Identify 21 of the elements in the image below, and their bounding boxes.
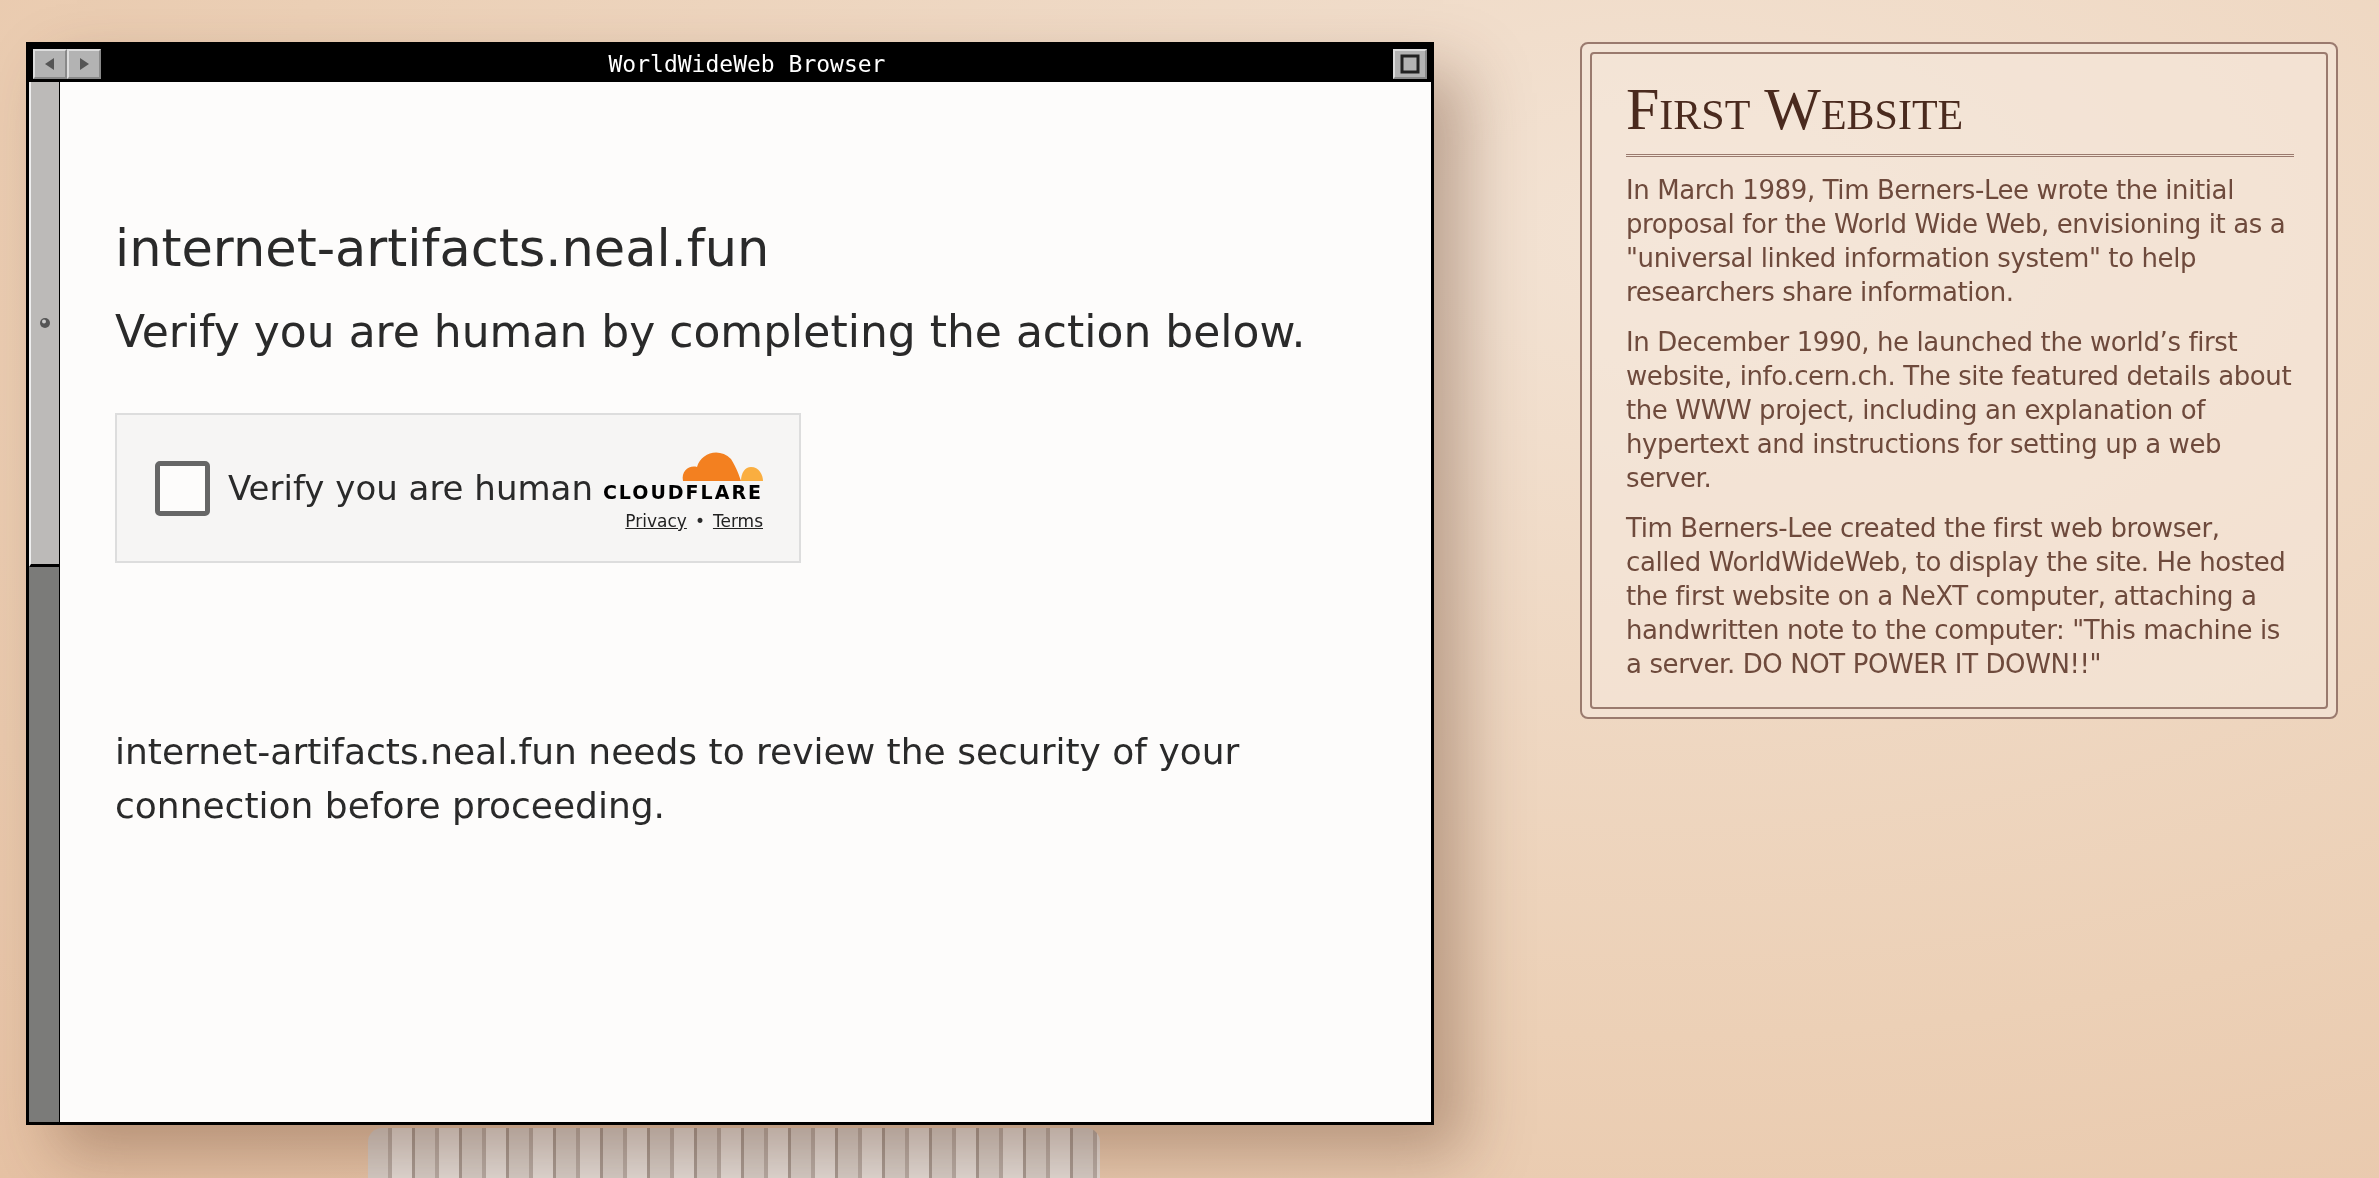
scrollbar-thumb[interactable] xyxy=(29,82,59,567)
scrollbar[interactable] xyxy=(29,82,60,1122)
info-paragraph: In December 1990, he launched the world’s first website, info.cern.ch. The site featured details about the WWW project, including an explanation of hypertext and instructions for setting up a web server. xyxy=(1626,326,2293,495)
forward-button[interactable] xyxy=(67,48,101,79)
back-button[interactable] xyxy=(33,48,67,79)
info-paragraph: Tim Berners-Lee created the first web browser, called WorldWideWeb, to display the site. He hosted the first website on a NeXT computer, attaching a handwritten note to the computer: "This machine is a server. DO NOT POWER IT DOWN!!" xyxy=(1626,512,2287,681)
privacy-link[interactable]: Privacy xyxy=(625,511,687,531)
checkbox[interactable] xyxy=(155,460,210,516)
info-paragraph: In March 1989, Tim Berners-Lee wrote the initial proposal for the World Wide Web, envisioning it as a "universal linked information system" to help researchers share information. xyxy=(1626,174,2287,309)
card-title: First Website xyxy=(1626,76,1964,142)
square-icon xyxy=(1400,53,1420,74)
checkbox-label: Verify you are human xyxy=(228,468,593,508)
separator-dot: • xyxy=(694,511,705,531)
window-title: WorldWideWeb Browser xyxy=(607,50,887,77)
page-subheading: Verify you are human by completing the action below. xyxy=(115,306,1306,357)
knob-icon xyxy=(39,317,51,329)
brand-name: CLOUDFLARE xyxy=(602,481,763,503)
page-heading: internet-artifacts.neal.fun xyxy=(115,219,770,278)
terms-link[interactable]: Terms xyxy=(712,511,763,531)
maximize-button[interactable] xyxy=(1393,48,1427,79)
security-note: internet-artifacts.neal.fun needs to review the security of your connection before proceeding. xyxy=(115,730,1241,828)
